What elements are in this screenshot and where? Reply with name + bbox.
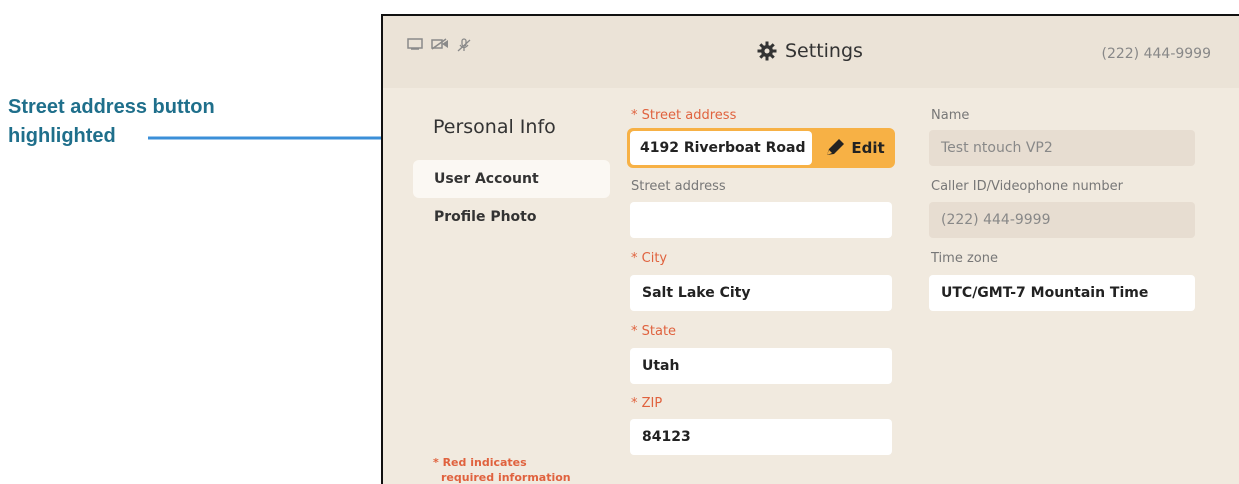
required-note: * Red indicates required information [433,455,603,484]
nav-item-label: User Account [434,171,539,187]
zip-label: * ZIP [631,396,663,411]
required-note-line2: required information [441,471,571,484]
caller-id-field: (222) 444-9999 [929,202,1195,238]
page-title: Settings [757,40,863,62]
top-bar: Settings (222) 444-9999 [383,16,1239,88]
pencil-icon [825,139,845,157]
city-label: * City [631,251,668,266]
caller-id-label: Caller ID/Videophone number [931,179,1123,194]
name-label: Name [931,108,970,123]
screen-icon [407,38,423,56]
street-address-2-label: Street address [631,179,726,194]
phone-number: (222) 444-9999 [1101,46,1212,62]
mic-off-icon [457,38,471,56]
street-address-value: 4192 Riverboat Road [630,131,812,165]
street-address-label: * Street address [631,108,737,123]
settings-content: Personal Info User Account Profile Photo… [383,88,1239,484]
state-field[interactable]: Utah [630,348,892,384]
callout-annotation: Street address button highlighted [0,93,626,173]
street-address-button[interactable]: 4192 Riverboat Road Edit [627,128,895,168]
street-address-2-field[interactable] [630,202,892,238]
settings-screen: Settings (222) 444-9999 Personal Info Us… [381,14,1239,484]
city-field[interactable]: Salt Lake City [630,275,892,311]
edit-label: Edit [851,139,885,157]
status-icons [407,38,471,56]
settings-nav: User Account Profile Photo [413,160,610,236]
required-note-line1: * Red indicates [433,456,527,469]
nav-item-profile-photo[interactable]: Profile Photo [413,198,610,236]
name-field: Test ntouch VP2 [929,130,1195,166]
time-zone-field[interactable]: UTC/GMT-7 Mountain Time [929,275,1195,311]
section-title: Personal Info [433,116,556,138]
edit-button[interactable]: Edit [817,131,893,165]
nav-item-user-account[interactable]: User Account [413,160,610,198]
gear-icon [757,41,777,61]
state-label: * State [631,324,677,339]
nav-item-label: Profile Photo [434,209,537,225]
callout-text-line1: Street address button [8,96,215,118]
camera-off-icon [431,38,449,56]
settings-title-text: Settings [785,40,863,62]
zip-field[interactable]: 84123 [630,419,892,455]
time-zone-label: Time zone [931,251,998,266]
